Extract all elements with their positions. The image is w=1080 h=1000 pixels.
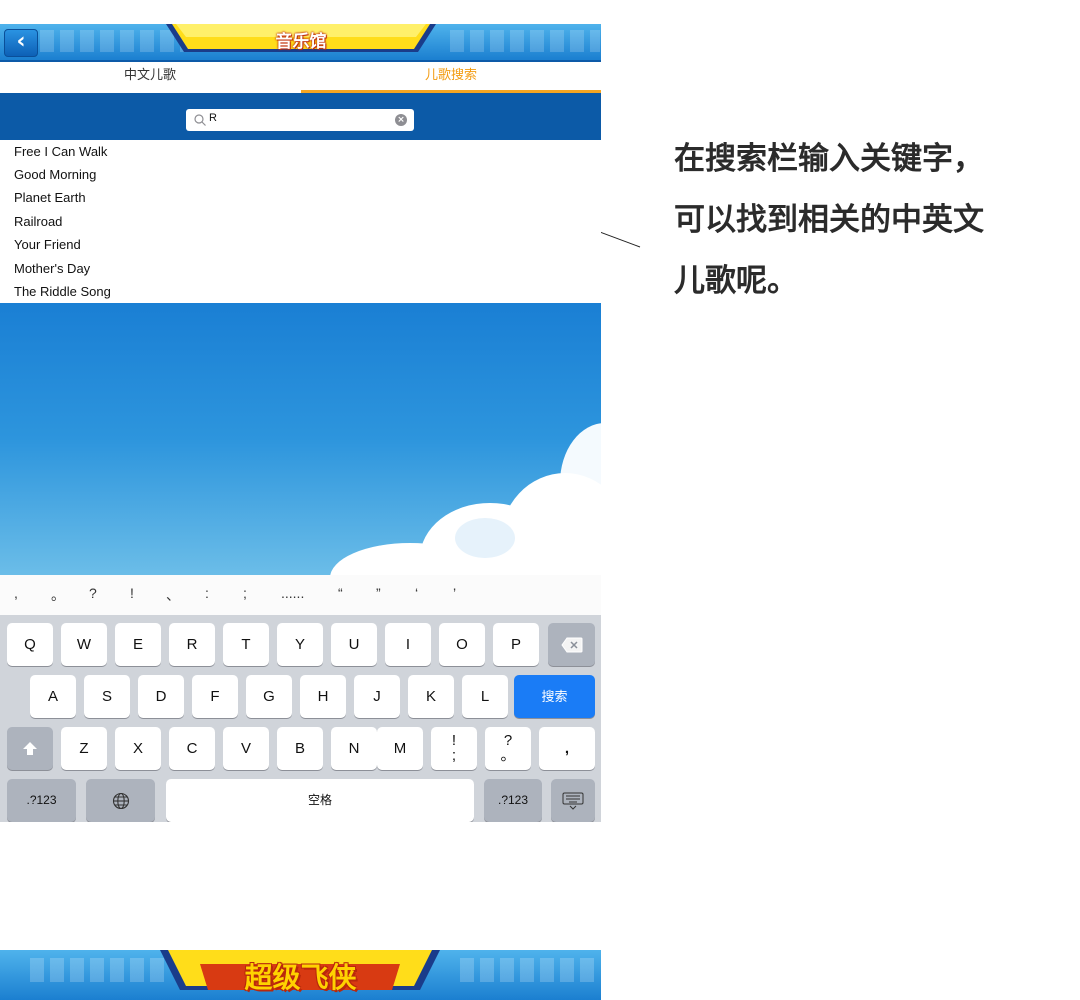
numbers-key-left[interactable]: .?123 bbox=[7, 779, 76, 822]
punct-key[interactable]: : bbox=[205, 585, 209, 601]
key-d[interactable]: D bbox=[138, 675, 184, 718]
sky-background bbox=[0, 303, 601, 575]
tab-song-search[interactable]: 儿歌搜索 bbox=[301, 62, 601, 93]
cloud bbox=[455, 518, 515, 558]
list-item[interactable]: Mother's Day bbox=[14, 261, 90, 277]
tab-bar: 中文儿歌 儿歌搜索 bbox=[0, 62, 601, 93]
punct-key[interactable]: “ bbox=[338, 585, 343, 601]
key-l[interactable]: L bbox=[462, 675, 508, 718]
list-item[interactable]: Planet Earth bbox=[14, 190, 86, 206]
key-h[interactable]: H bbox=[300, 675, 346, 718]
key-t[interactable]: T bbox=[223, 623, 269, 666]
key-y[interactable]: Y bbox=[277, 623, 323, 666]
callout-line-1: 在搜索栏输入关键字， bbox=[674, 141, 984, 176]
punct-key[interactable]: ’ bbox=[453, 585, 456, 601]
key-question[interactable]: ? 。 bbox=[485, 727, 531, 770]
key-z[interactable]: Z bbox=[61, 727, 107, 770]
punct-key[interactable]: , bbox=[14, 585, 18, 601]
punctuation-bar: , 。 ? ! 、 : ; ...... “ ” ‘ ’ bbox=[0, 575, 601, 615]
space-key[interactable]: 空格 bbox=[166, 779, 474, 822]
key-j[interactable]: J bbox=[354, 675, 400, 718]
punct-key[interactable]: ...... bbox=[281, 585, 304, 601]
list-item[interactable]: Your Friend bbox=[14, 237, 81, 253]
shift-icon bbox=[23, 742, 37, 756]
search-icon bbox=[194, 114, 206, 126]
key-c[interactable]: C bbox=[169, 727, 215, 770]
key-p[interactable]: P bbox=[493, 623, 539, 666]
backspace-key[interactable] bbox=[548, 623, 595, 666]
callout-line-3: 儿歌呢。 bbox=[674, 263, 798, 298]
globe-key[interactable] bbox=[86, 779, 155, 822]
key-i[interactable]: I bbox=[385, 623, 431, 666]
list-item[interactable]: Railroad bbox=[14, 214, 62, 230]
search-key[interactable]: 搜索 bbox=[514, 675, 595, 718]
chevron-left-icon: ‹ bbox=[16, 29, 26, 54]
globe-icon bbox=[112, 792, 129, 810]
punct-key[interactable]: 。 bbox=[51, 585, 65, 605]
callout-annotation: 在搜索栏输入关键字， 可以找到相关的中英文 儿歌呢。 bbox=[674, 128, 1054, 311]
search-results-list: Free I Can Walk Good Morning Planet Eart… bbox=[0, 140, 601, 303]
bottom-banner: 超级飞侠 bbox=[0, 950, 601, 1000]
key-q[interactable]: Q bbox=[7, 623, 53, 666]
key-r[interactable]: R bbox=[169, 623, 215, 666]
app-screen: ‹ 音乐馆 中文儿歌 儿歌搜索 R × Free I Can Walk Good… bbox=[0, 24, 601, 822]
list-item[interactable]: Free I Can Walk bbox=[14, 144, 107, 160]
list-item[interactable]: The Riddle Song bbox=[14, 284, 111, 300]
key-s[interactable]: S bbox=[84, 675, 130, 718]
title-bar: ‹ 音乐馆 bbox=[0, 24, 601, 62]
key-b[interactable]: B bbox=[277, 727, 323, 770]
key-m[interactable]: M bbox=[377, 727, 423, 770]
key-x[interactable]: X bbox=[115, 727, 161, 770]
callout-line-2: 可以找到相关的中英文 bbox=[674, 202, 984, 237]
punct-key[interactable]: ‘ bbox=[415, 585, 418, 601]
key-w[interactable]: W bbox=[61, 623, 107, 666]
key-n[interactable]: N bbox=[331, 727, 377, 770]
key-g[interactable]: G bbox=[246, 675, 292, 718]
keyboard-dismiss-icon bbox=[562, 792, 584, 810]
keyboard: Q W E R T Y U I O P A S D F G H J K L 搜索 bbox=[0, 615, 601, 822]
punct-key[interactable]: 、 bbox=[166, 585, 180, 605]
shift-key[interactable] bbox=[7, 727, 53, 770]
key-u[interactable]: U bbox=[331, 623, 377, 666]
key-exclamation[interactable]: ! ; bbox=[431, 727, 477, 770]
punct-key[interactable]: ? bbox=[89, 585, 97, 601]
clear-icon[interactable]: × bbox=[395, 114, 407, 126]
key-f[interactable]: F bbox=[192, 675, 238, 718]
key-o[interactable]: O bbox=[439, 623, 485, 666]
app-logo: 超级飞侠 bbox=[244, 961, 357, 994]
page-title: 音乐馆 bbox=[275, 32, 327, 52]
key-v[interactable]: V bbox=[223, 727, 269, 770]
key-comma[interactable]: , bbox=[539, 727, 595, 770]
list-item[interactable]: Good Morning bbox=[14, 167, 96, 183]
punct-key[interactable]: ; bbox=[243, 585, 247, 601]
search-input[interactable]: R × bbox=[186, 109, 414, 131]
key-e[interactable]: E bbox=[115, 623, 161, 666]
key-k[interactable]: K bbox=[408, 675, 454, 718]
search-value: R bbox=[209, 112, 217, 124]
title-bar-pattern bbox=[450, 30, 600, 52]
punct-key[interactable]: ! bbox=[130, 585, 134, 601]
numbers-key-right[interactable]: .?123 bbox=[484, 779, 542, 822]
punct-key[interactable]: ” bbox=[376, 585, 381, 601]
search-bar-area: R × bbox=[0, 93, 601, 140]
backspace-icon bbox=[560, 637, 582, 653]
back-button[interactable]: ‹ bbox=[4, 29, 38, 57]
title-plate: 音乐馆 bbox=[166, 24, 436, 54]
tab-chinese-songs[interactable]: 中文儿歌 bbox=[0, 62, 300, 93]
key-a[interactable]: A bbox=[30, 675, 76, 718]
dismiss-keyboard-key[interactable] bbox=[551, 779, 595, 822]
